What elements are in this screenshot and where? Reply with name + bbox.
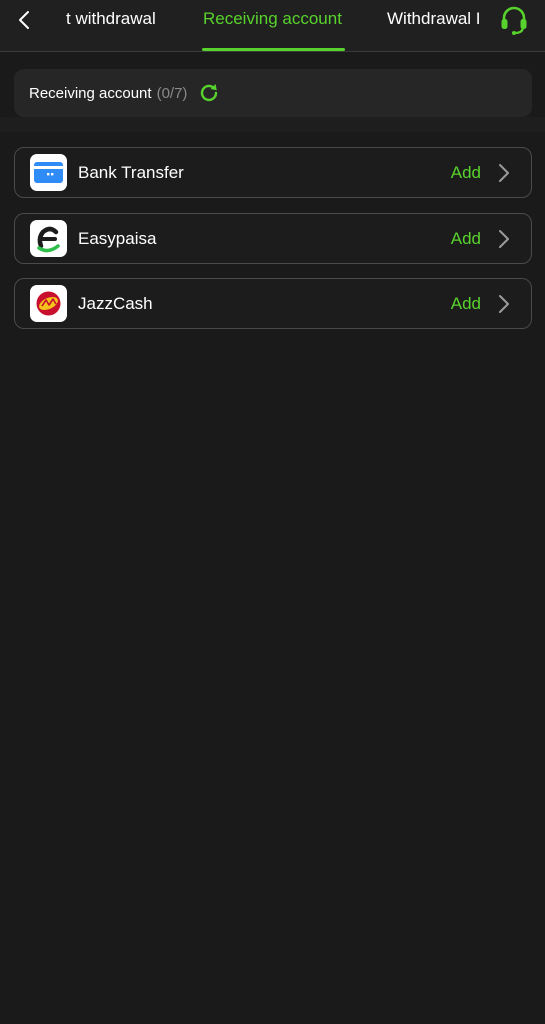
back-arrow-icon[interactable] bbox=[10, 6, 38, 34]
easypaisa-logo bbox=[30, 220, 67, 257]
customer-support-headset-icon[interactable] bbox=[497, 3, 531, 37]
account-count: (0/7) bbox=[156, 84, 188, 102]
add-button[interactable]: Add bbox=[451, 294, 481, 314]
top-navigation-bar: t withdrawal Receiving account Withdrawa… bbox=[0, 0, 545, 52]
account-row-jazzcash[interactable]: JazzCash Add bbox=[14, 278, 532, 329]
chevron-right-icon bbox=[493, 162, 515, 184]
active-tab-indicator bbox=[202, 48, 345, 51]
account-name: JazzCash bbox=[78, 293, 153, 313]
add-button[interactable]: Add bbox=[451, 163, 481, 183]
account-name: Bank Transfer bbox=[78, 162, 184, 182]
bank-card-icon bbox=[30, 154, 67, 191]
account-row-bank-transfer[interactable]: Bank Transfer Add bbox=[14, 147, 532, 198]
divider-band bbox=[0, 117, 545, 132]
receiving-account-header: Receiving account (0/7) bbox=[14, 69, 532, 117]
add-button[interactable]: Add bbox=[451, 229, 481, 249]
header-title: Receiving account bbox=[29, 84, 152, 102]
tab-withdrawal-history[interactable]: Withdrawal I bbox=[387, 9, 481, 29]
account-row-easypaisa[interactable]: Easypaisa Add bbox=[14, 213, 532, 264]
account-name: Easypaisa bbox=[78, 228, 157, 248]
tab-withdrawal[interactable]: t withdrawal bbox=[66, 9, 156, 29]
chevron-right-icon bbox=[493, 228, 515, 250]
jazzcash-logo bbox=[30, 285, 67, 322]
tab-strip: t withdrawal Receiving account Withdrawa… bbox=[44, 0, 497, 52]
accounts-section bbox=[0, 132, 545, 1024]
refresh-icon[interactable] bbox=[197, 81, 221, 105]
tab-receiving-account[interactable]: Receiving account bbox=[203, 9, 342, 29]
chevron-right-icon bbox=[493, 293, 515, 315]
